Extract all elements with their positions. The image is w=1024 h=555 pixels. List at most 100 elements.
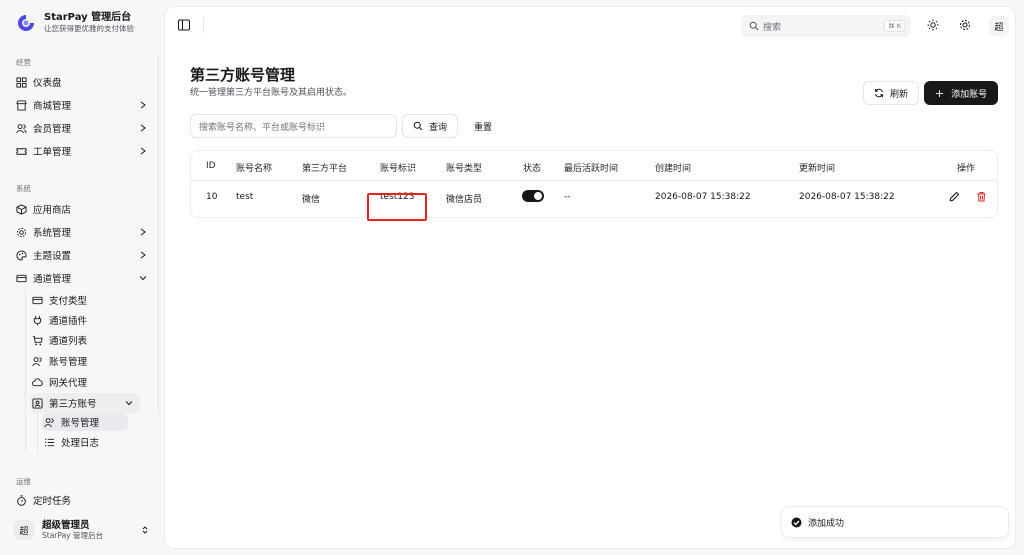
refresh-label: 刷新 — [889, 89, 908, 100]
query-button[interactable]: 查询 — [402, 114, 458, 138]
add-account-label: 添加账号 — [951, 89, 988, 100]
sidebar-toggle-icon[interactable] — [177, 18, 191, 32]
column-header-name: 账号名称 — [236, 164, 273, 174]
sidebar-item-tickets[interactable]: 工单管理 — [14, 141, 154, 161]
chevrons-up-down-icon — [142, 526, 148, 534]
sidebar-item-gateway-proxy[interactable]: 网关代理 — [30, 372, 140, 392]
sidebar-item-label: 系统管理 — [33, 228, 72, 239]
delete-button[interactable] — [975, 190, 987, 202]
theme-toggle-button[interactable] — [925, 17, 941, 33]
brand-subtitle: 让您获得更优雅的支付体验 — [44, 24, 134, 33]
accounts-table: ID 账号名称 第三方平台 账号标识 账号类型 状态 最后活跃时间 创建时间 更… — [190, 150, 998, 221]
sidebar-item-third-party[interactable]: 第三方账号 — [30, 393, 140, 413]
chevron-right-icon — [140, 228, 146, 236]
check-circle-icon — [791, 517, 802, 527]
sidebar-item-label: 会员管理 — [33, 124, 72, 135]
cell-name: test — [236, 192, 254, 202]
brand[interactable]: StarPay 管理后台 让您获得更优雅的支付体验 — [16, 12, 134, 34]
package-icon — [16, 203, 27, 215]
sidebar-item-plugins[interactable]: 通道插件 — [30, 310, 140, 330]
gear-icon — [16, 227, 27, 238]
sidebar-item-label: 通道管理 — [33, 274, 72, 285]
user-name: 超级管理员 — [42, 519, 90, 531]
edit-button[interactable] — [948, 190, 960, 202]
sidebar-item-system[interactable]: 系统管理 — [14, 222, 154, 242]
sidebar-item-label: 网关代理 — [49, 378, 88, 389]
sidebar-item-label: 工单管理 — [33, 147, 72, 158]
toast-message: 添加成功 — [808, 518, 845, 529]
sidebar: StarPay 管理后台 让您获得更优雅的支付体验 经营 仪表盘 商城管理 会员… — [0, 0, 164, 555]
query-label: 查询 — [428, 122, 447, 133]
topbar: 搜索 ⌘ K 超 — [165, 7, 1015, 45]
sidebar-item-app-store[interactable]: 应用商店 — [14, 199, 154, 219]
sidebar-item-third-party-accounts[interactable]: 账号管理 — [42, 413, 128, 431]
sidebar-item-process-logs[interactable]: 处理日志 — [42, 433, 128, 451]
sidebar-item-label: 通道插件 — [49, 316, 88, 327]
add-account-button[interactable]: + 添加账号 — [924, 81, 998, 105]
reset-button[interactable]: 重置 — [465, 114, 501, 138]
store-icon — [16, 99, 27, 111]
refresh-icon — [874, 88, 883, 98]
avatar[interactable]: 超 — [989, 16, 1009, 36]
page-title: 第三方账号管理 — [190, 66, 296, 84]
sidebar-item-store[interactable]: 商城管理 — [14, 95, 154, 115]
dashboard-icon — [16, 76, 27, 88]
table-divider — [191, 180, 997, 181]
chevron-right-icon — [140, 124, 146, 132]
account-search-placeholder: 搜索账号名称、平台或账号标识 — [199, 122, 326, 133]
users-icon — [44, 417, 55, 428]
avatar: 超 — [14, 520, 34, 540]
column-header-platform: 第三方平台 — [302, 164, 348, 174]
logo-icon — [18, 15, 34, 31]
sidebar-scrollbar[interactable] — [158, 54, 159, 414]
sidebar-item-label: 通道列表 — [49, 336, 88, 347]
settings-button[interactable] — [957, 17, 973, 33]
sidebar-item-label: 账号管理 — [61, 418, 100, 429]
cell-updated: 2026-08-07 15:38:22 — [799, 192, 895, 202]
brand-name: StarPay 管理后台 — [44, 12, 132, 23]
sidebar-item-channels[interactable]: 通道管理 — [14, 268, 154, 288]
users-icon — [32, 356, 43, 367]
column-header-identifier: 账号标识 — [380, 164, 417, 174]
ticket-icon — [16, 146, 27, 157]
chevron-down-icon — [139, 276, 147, 281]
sidebar-item-pay-types[interactable]: 支付类型 — [30, 290, 140, 310]
status-toggle[interactable] — [522, 190, 544, 202]
cell-created: 2026-08-07 15:38:22 — [655, 192, 751, 202]
plug-icon — [32, 315, 43, 326]
sidebar-item-label: 仪表盘 — [33, 78, 62, 89]
column-header-updated: 更新时间 — [799, 164, 836, 174]
submenu-guide-line — [37, 413, 38, 452]
search-icon — [413, 121, 423, 131]
refresh-button[interactable]: 刷新 — [863, 81, 919, 105]
sidebar-item-theme[interactable]: 主题设置 — [14, 245, 154, 265]
main-panel: 搜索 ⌘ K 超 第三方账号管理 统一管理第三方平台账号及其启用状态。 刷新 +… — [164, 6, 1016, 549]
sidebar-item-accounts[interactable]: 账号管理 — [30, 351, 140, 371]
column-header-last-active: 最后活跃时间 — [564, 164, 619, 174]
sidebar-item-label: 账号管理 — [49, 357, 88, 368]
sidebar-item-label: 定时任务 — [33, 496, 72, 507]
cell-last-active: -- — [564, 192, 571, 202]
topbar-divider — [203, 17, 204, 33]
sidebar-item-cron[interactable]: 定时任务 — [14, 490, 154, 510]
page-subtitle: 统一管理第三方平台账号及其启用状态。 — [190, 88, 353, 98]
chevron-down-icon — [125, 401, 133, 406]
contact-icon — [32, 397, 43, 409]
palette-icon — [16, 249, 27, 261]
sidebar-item-channel-list[interactable]: 通道列表 — [30, 330, 140, 350]
global-search[interactable]: 搜索 ⌘ K — [741, 15, 911, 37]
user-subtitle: StarPay 管理后台 — [42, 530, 103, 540]
gear-icon — [960, 20, 970, 30]
cell-type: 微信店员 — [446, 195, 483, 205]
sidebar-item-dashboard[interactable]: 仪表盘 — [14, 72, 154, 92]
column-header-created: 创建时间 — [655, 164, 692, 174]
sidebar-item-members[interactable]: 会员管理 — [14, 118, 154, 138]
cell-platform: 微信 — [302, 195, 321, 205]
chevron-right-icon — [140, 101, 146, 109]
sidebar-item-label: 第三方账号 — [49, 399, 97, 410]
account-search-input[interactable]: 搜索账号名称、平台或账号标识 — [190, 114, 397, 138]
pencil-icon — [949, 191, 959, 201]
user-menu[interactable]: 超 超级管理员 StarPay 管理后台 — [14, 516, 154, 544]
cart-icon — [32, 335, 43, 346]
users-icon — [16, 123, 27, 134]
